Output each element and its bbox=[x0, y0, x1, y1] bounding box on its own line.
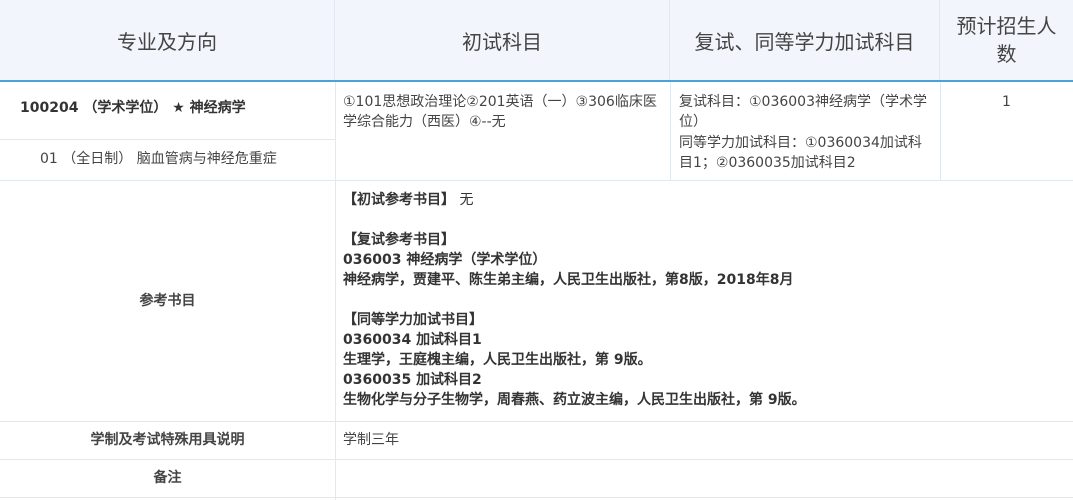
header-major: 专业及方向 bbox=[0, 0, 335, 80]
admissions-table: 专业及方向 初试科目 复试、同等学力加试科目 预计招生人 数 100204 （学… bbox=[0, 0, 1073, 500]
initial-ref-value: 无 bbox=[459, 192, 474, 208]
header-major-label: 专业及方向 bbox=[117, 29, 217, 54]
divider bbox=[0, 459, 1073, 460]
divider bbox=[0, 139, 335, 140]
retest-ref-title: 【复试参考书目】 bbox=[343, 232, 455, 248]
header-retest: 复试、同等学力加试科目 bbox=[670, 0, 940, 80]
header-exam: 初试科目 bbox=[335, 0, 670, 80]
header-retest-label: 复试、同等学力加试科目 bbox=[694, 29, 915, 54]
extra-ref-book-2: 生物化学与分子生物学，周春燕、药立波主编，人民卫生出版社，第 9版。 bbox=[343, 392, 806, 408]
retest-ref-book: 神经病学，贾建平、陈生弟主编，人民卫生出版社，第8版，2018年8月 bbox=[343, 272, 794, 288]
system-label: 学制及考试特殊用具说明 bbox=[90, 432, 245, 448]
header-accent-line bbox=[0, 80, 1073, 82]
initial-ref-title: 【初试参考书目】 bbox=[343, 192, 455, 208]
retest-subjects: 复试科目：①036003神经病学（学术学位） bbox=[679, 94, 927, 130]
extra-ref-title: 【同等学力加试书目】 bbox=[343, 312, 483, 328]
divider bbox=[0, 421, 1073, 422]
major-name: 100204 （学术学位） ★ 神经病学 bbox=[20, 100, 246, 116]
retest-ref-subject: 036003 神经病学（学术学位） bbox=[343, 252, 547, 268]
header-enrollment-label-2: 数 bbox=[996, 42, 1017, 66]
remarks-label: 备注 bbox=[153, 470, 182, 486]
references-content: 【初试参考书目】 无 【复试参考书目】 036003 神经病学（学术学位） 神经… bbox=[343, 190, 1063, 410]
divider bbox=[670, 82, 671, 180]
enrollment-count: 1 bbox=[1002, 94, 1011, 110]
divider bbox=[335, 82, 336, 500]
system-value: 学制三年 bbox=[343, 432, 399, 448]
extra-ref-subject-1: 0360034 加试科目1 bbox=[343, 332, 482, 348]
exam-subjects: ①101思想政治理论②201英语（一）③306临床医学综合能力（西医）④--无 bbox=[343, 94, 657, 130]
header-exam-label: 初试科目 bbox=[462, 29, 542, 54]
divider bbox=[0, 497, 1073, 498]
divider bbox=[0, 180, 1073, 181]
header-enrollment: 预计招生人 数 bbox=[940, 0, 1073, 80]
major-direction: 01 （全日制） 脑血管病与神经危重症 bbox=[40, 151, 277, 167]
references-label: 参考书目 bbox=[139, 293, 196, 309]
extra-ref-subject-2: 0360035 加试科目2 bbox=[343, 372, 482, 388]
header-enrollment-label-1: 预计招生人 bbox=[956, 14, 1057, 38]
extra-subjects: 同等学力加试科目：①0360034加试科目1；②0360035加试科目2 bbox=[679, 135, 922, 171]
extra-ref-book-1: 生理学，王庭槐主编，人民卫生出版社，第 9版。 bbox=[343, 352, 652, 368]
